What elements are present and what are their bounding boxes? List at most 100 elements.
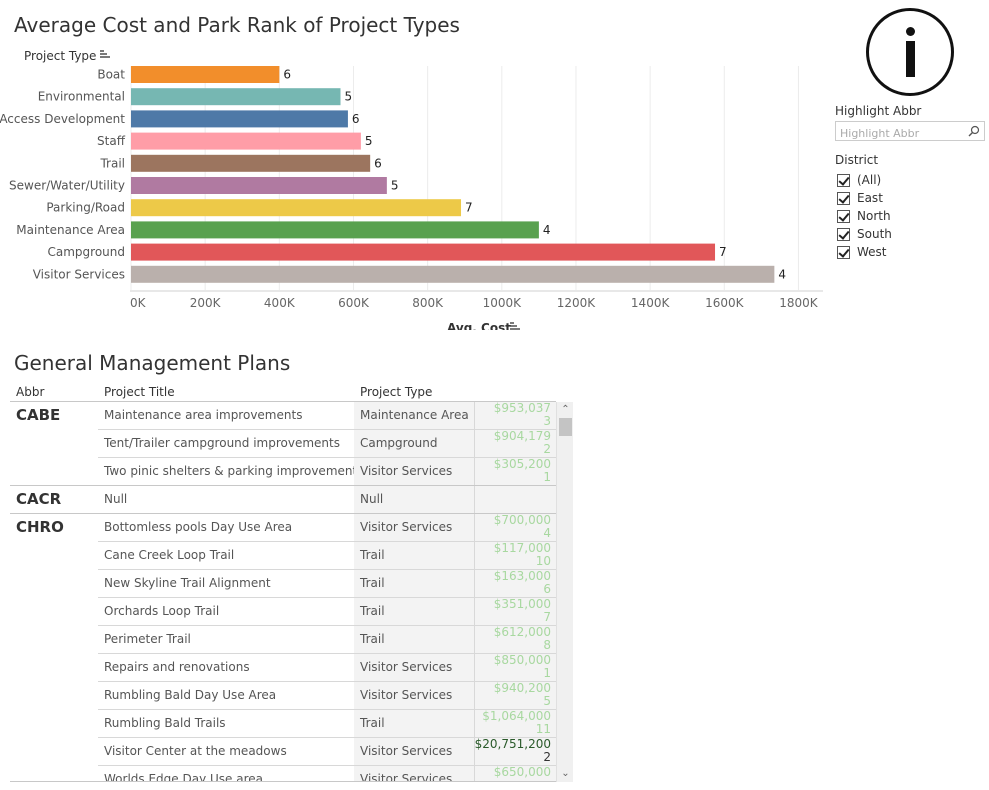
plans-table: CABE Maintenance area improvements Mainten… bbox=[10, 402, 556, 782]
data-label: 7 bbox=[465, 201, 473, 215]
chart-title: Average Cost and Park Rank of Project Ty… bbox=[14, 13, 460, 37]
data-label: 4 bbox=[543, 223, 551, 237]
table-row[interactable]: Tent/Trailer campground improvements Camp… bbox=[10, 430, 556, 458]
cell-cost-rank: $351,000 7 bbox=[474, 598, 556, 625]
district-option-west[interactable]: West bbox=[837, 243, 892, 261]
checkbox-checked-icon[interactable] bbox=[837, 173, 850, 187]
info-icon[interactable] bbox=[866, 8, 954, 96]
checkbox-checked-icon[interactable] bbox=[837, 245, 850, 259]
table-row[interactable]: Rumbling Bald Day Use Area Visitor Servic… bbox=[10, 682, 556, 710]
bar[interactable] bbox=[131, 66, 280, 83]
checkbox-checked-icon[interactable] bbox=[837, 209, 850, 223]
sort-descending-icon bbox=[510, 322, 520, 330]
table-row[interactable]: Rumbling Bald Trails Trail $1,064,000 11 bbox=[10, 710, 556, 738]
bar[interactable] bbox=[131, 154, 371, 172]
bar[interactable] bbox=[131, 265, 775, 283]
info-icon-stem bbox=[906, 41, 915, 77]
category-label: Environmental bbox=[38, 90, 125, 104]
scroll-thumb[interactable] bbox=[559, 418, 572, 436]
table-row[interactable]: Visitor Center at the meadows Visitor Ser… bbox=[10, 738, 556, 766]
cell-project-type: Visitor Services bbox=[354, 514, 474, 541]
category-label: Sewer/Water/Utility bbox=[9, 179, 125, 193]
column-header-project-title[interactable]: Project Title bbox=[104, 385, 175, 399]
table-row[interactable]: Two pinic shelters & parking improvement… bbox=[10, 458, 556, 486]
bar[interactable] bbox=[131, 88, 341, 106]
cell-project-type: Trail bbox=[354, 710, 474, 737]
cell-cost: $20,751,200 bbox=[474, 737, 551, 751]
cell-project-type: Trail bbox=[354, 598, 474, 625]
category-label: Maintenance Area bbox=[16, 223, 125, 237]
bar[interactable] bbox=[131, 243, 716, 261]
cell-cost-rank: $20,751,200 2 bbox=[474, 738, 556, 765]
cell-rank: 4 bbox=[543, 526, 551, 540]
cell-project-title: Visitor Center at the meadows bbox=[104, 744, 287, 758]
table-row[interactable]: CACR Null Null bbox=[10, 486, 556, 514]
highlight-label: Highlight Abbr bbox=[835, 104, 922, 118]
district-option-north[interactable]: North bbox=[837, 207, 892, 225]
cell-abbr: CABE bbox=[16, 406, 61, 424]
category-label: Access Development bbox=[0, 112, 125, 126]
scroll-up-icon[interactable]: ⌃ bbox=[560, 404, 571, 415]
table-row[interactable]: Orchards Loop Trail Trail $351,000 7 bbox=[10, 598, 556, 626]
bar[interactable] bbox=[131, 177, 387, 194]
cell-project-title: Rumbling Bald Day Use Area bbox=[104, 688, 277, 702]
cell-project-type-text: Null bbox=[360, 492, 384, 506]
scroll-down-icon[interactable]: ⌄ bbox=[560, 768, 571, 779]
district-label: District bbox=[835, 153, 879, 167]
cell-rank: 8 bbox=[543, 638, 551, 652]
cell-project-type-text: Trail bbox=[360, 576, 385, 590]
cell-rank: 6 bbox=[543, 582, 551, 596]
cell-cost-rank: $940,200 5 bbox=[474, 682, 556, 709]
cell-abbr: CACR bbox=[16, 490, 62, 508]
checkbox-checked-icon[interactable] bbox=[837, 191, 850, 205]
cell-cost-rank: $305,200 1 bbox=[474, 458, 556, 485]
cell-project-type: Trail bbox=[354, 570, 474, 597]
table-row[interactable]: CHRO Bottomless pools Day Use Area Visitor… bbox=[10, 514, 556, 542]
cell-project-type-text: Trail bbox=[360, 604, 385, 618]
column-header-abbr[interactable]: Abbr bbox=[16, 385, 44, 399]
search-icon[interactable] bbox=[968, 125, 980, 137]
bar[interactable] bbox=[131, 199, 462, 217]
data-label: 5 bbox=[365, 134, 373, 148]
cell-project-type-text: Visitor Services bbox=[360, 688, 453, 702]
cell-rank: 5 bbox=[543, 694, 551, 708]
category-label: Visitor Services bbox=[33, 267, 125, 281]
data-label: 7 bbox=[719, 245, 727, 259]
district-option-south[interactable]: South bbox=[837, 225, 892, 243]
cell-project-title: Bottomless pools Day Use Area bbox=[104, 520, 293, 534]
table-title: General Management Plans bbox=[14, 351, 291, 375]
bar[interactable] bbox=[131, 110, 348, 128]
table-bottom-divider bbox=[10, 781, 556, 782]
cell-project-type-text: Trail bbox=[360, 548, 385, 562]
bar[interactable] bbox=[131, 132, 361, 150]
highlight-search-box[interactable] bbox=[835, 121, 985, 143]
cell-project-title: Tent/Trailer campground improvements bbox=[104, 436, 340, 450]
x-tick-label: 1600K bbox=[705, 296, 745, 310]
y-axis-title: Project Type bbox=[24, 49, 96, 63]
district-option-label: (All) bbox=[857, 173, 882, 187]
table-row[interactable]: Cane Creek Loop Trail Trail $117,000 10 bbox=[10, 542, 556, 570]
bar[interactable] bbox=[131, 221, 539, 239]
table-row[interactable]: New Skyline Trail Alignment Trail $163,000… bbox=[10, 570, 556, 598]
table-row[interactable]: Perimeter Trail Trail $612,000 8 bbox=[10, 626, 556, 654]
table-row[interactable]: Repairs and renovations Visitor Services $… bbox=[10, 654, 556, 682]
cell-cost-rank: $700,000 4 bbox=[474, 514, 556, 541]
x-tick-label: 1200K bbox=[557, 296, 597, 310]
highlight-search-input[interactable] bbox=[836, 124, 962, 143]
bar-chart[interactable]: Project TypeBoat 6 Environmental 5 Access De… bbox=[0, 40, 830, 330]
cell-project-title: Orchards Loop Trail bbox=[104, 604, 220, 618]
category-label: Parking/Road bbox=[46, 201, 125, 215]
table-row[interactable]: CABE Maintenance area improvements Mainten… bbox=[10, 402, 556, 430]
cell-project-type-text: Visitor Services bbox=[360, 464, 453, 478]
cell-project-type: Visitor Services bbox=[354, 682, 474, 709]
x-tick-label: 1000K bbox=[483, 296, 523, 310]
category-label: Boat bbox=[97, 68, 125, 82]
district-option-all[interactable]: (All) bbox=[837, 171, 892, 189]
district-option-east[interactable]: East bbox=[837, 189, 892, 207]
checkbox-checked-icon[interactable] bbox=[837, 227, 850, 241]
table-row[interactable]: Worlds Edge Day Use area Visitor Services… bbox=[10, 766, 556, 782]
cell-rank: 3 bbox=[543, 414, 551, 428]
column-header-project-type[interactable]: Project Type bbox=[360, 385, 432, 399]
x-tick-label: 400K bbox=[264, 296, 296, 310]
table-scrollbar[interactable]: ⌃ ⌄ bbox=[556, 402, 573, 782]
